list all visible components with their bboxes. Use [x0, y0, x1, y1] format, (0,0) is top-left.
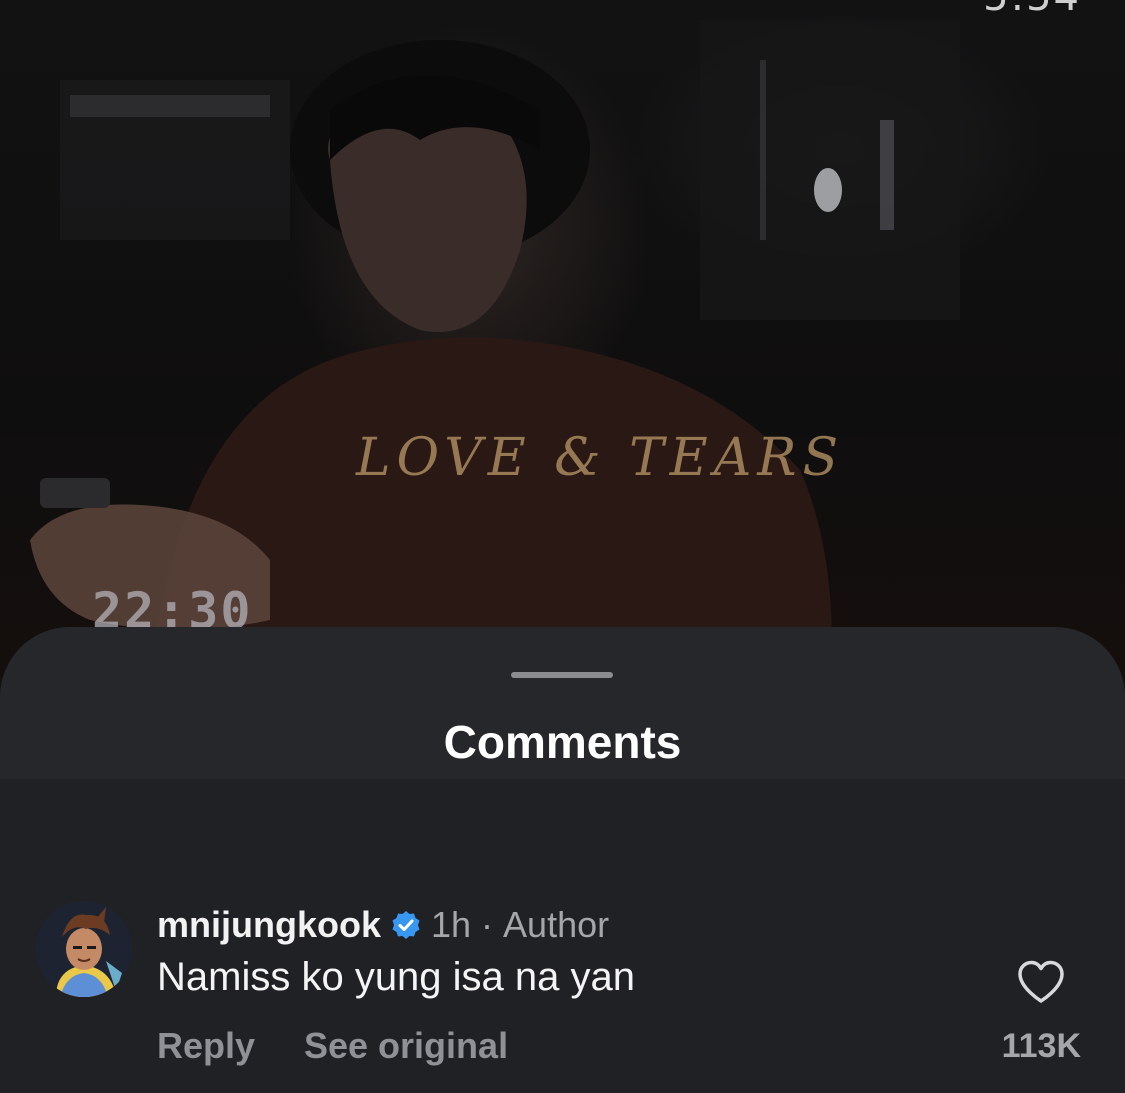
video-player[interactable]: 5:54 LOVE & TEARS 22:30 [0, 0, 1125, 700]
avatar[interactable] [36, 901, 132, 997]
meta-separator: · [481, 904, 494, 945]
reply-button[interactable]: Reply [157, 1025, 255, 1067]
drag-handle[interactable] [511, 672, 613, 678]
heart-outline-icon[interactable] [1016, 959, 1066, 1005]
author-tag: Author [503, 904, 610, 945]
comment-time: 1h [431, 904, 472, 945]
screen: 5:54 LOVE & TEARS 22:30 Comments [0, 0, 1125, 1093]
comment-meta: mnijungkook 1h · Author [157, 903, 609, 947]
sheet-header: Comments [0, 627, 1125, 779]
video-title-overlay: LOVE & TEARS [356, 428, 845, 488]
comment-item: mnijungkook 1h · Author Namiss ko yung i… [0, 897, 1125, 1087]
comments-sheet: Comments mnijungkook 1h · Author Namiss … [0, 627, 1125, 1093]
verified-badge-icon [392, 911, 420, 939]
comment-text: Namiss ko yung isa na yan [157, 955, 636, 999]
like-count: 113K [1001, 1027, 1081, 1065]
see-original-button[interactable]: See original [304, 1025, 508, 1067]
sheet-title: Comments [443, 716, 682, 768]
username-link[interactable]: mnijungkook [157, 904, 381, 946]
video-duration: 5:54 [983, 0, 1081, 20]
avatar-image [36, 901, 132, 997]
